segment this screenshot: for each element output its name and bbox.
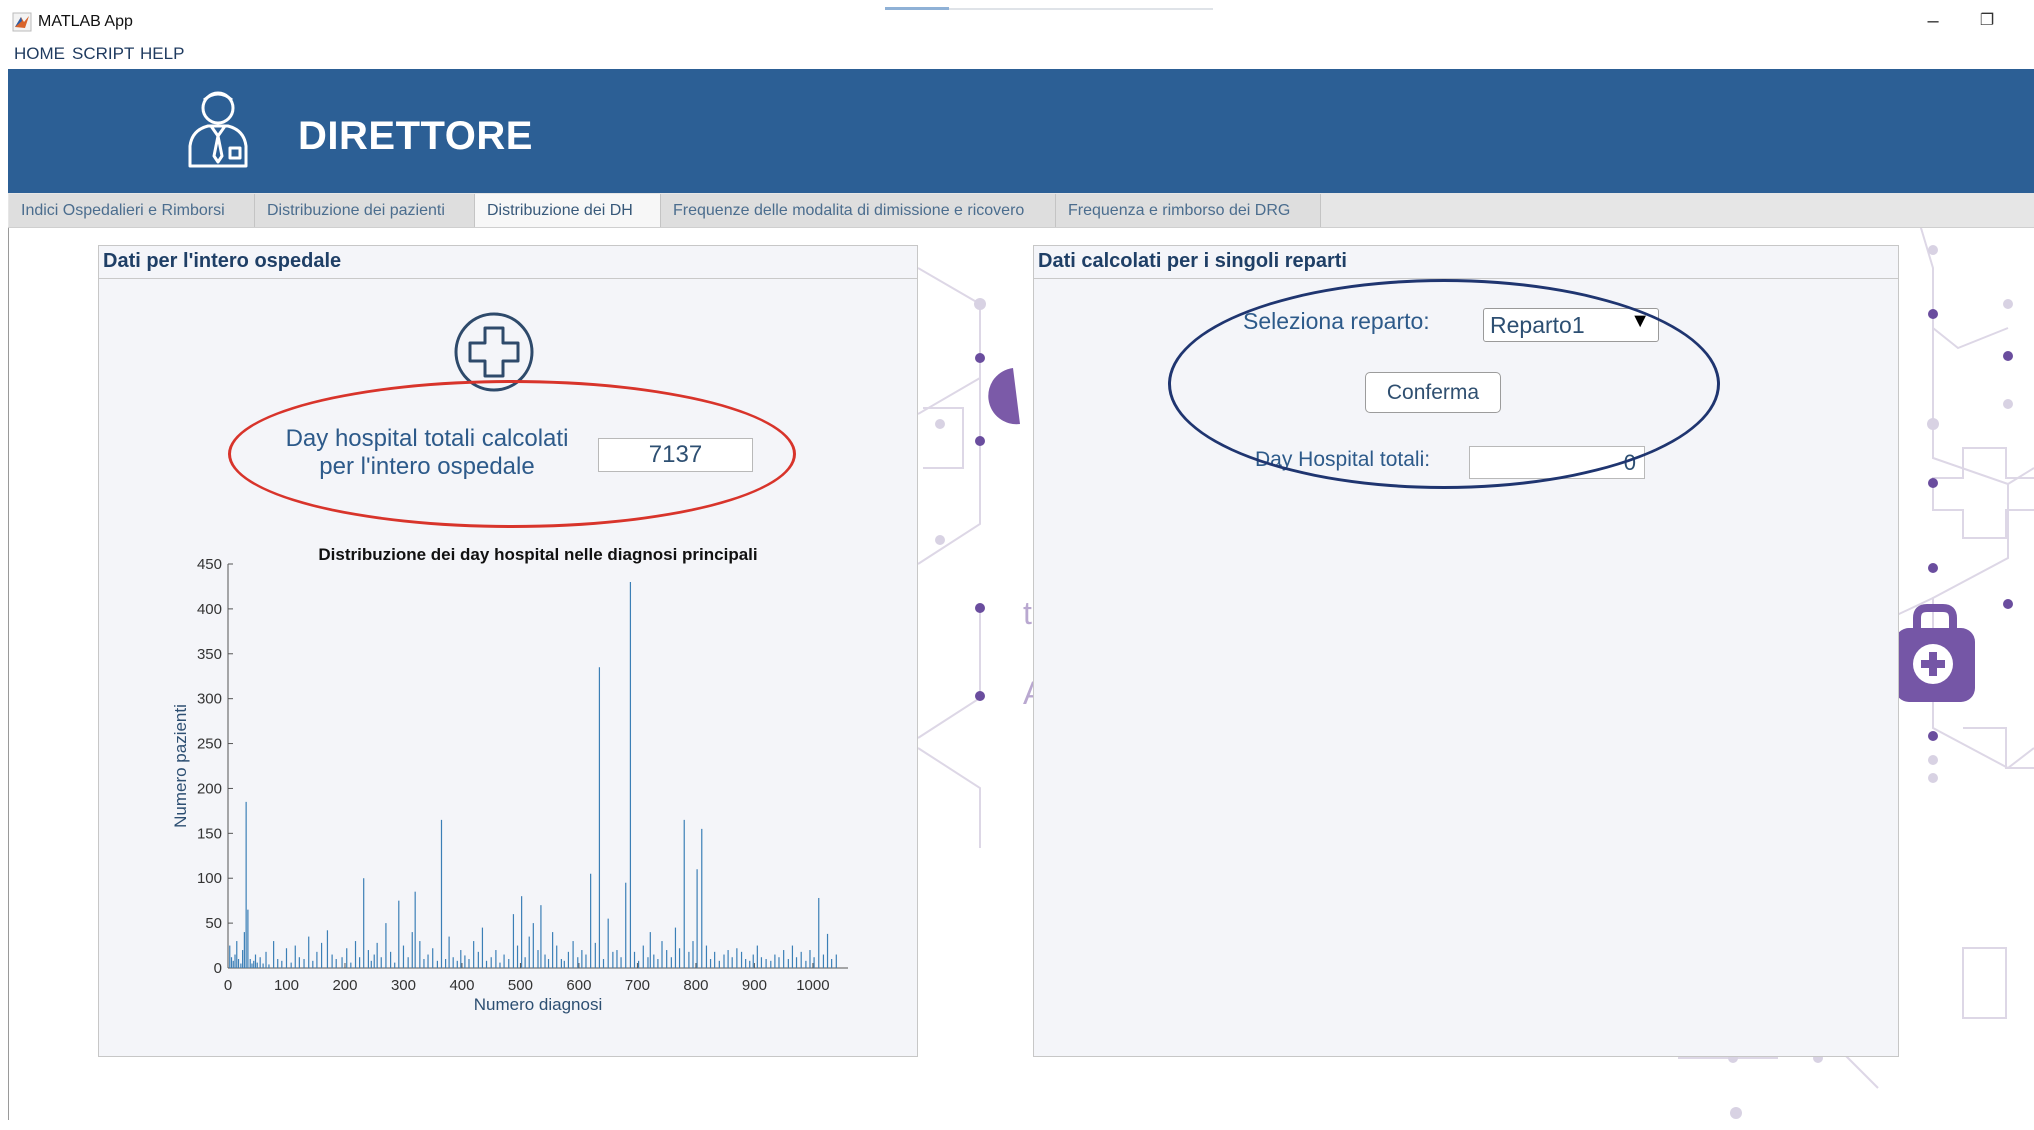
x-tick-label: 700: [625, 977, 650, 994]
tab-indici-ospedalieri[interactable]: Indici Ospedalieri e Rimborsi: [9, 194, 255, 227]
x-tick-label: 200: [332, 977, 357, 994]
y-tick-label: 0: [214, 960, 222, 977]
matlab-icon: [12, 12, 32, 32]
tab-frequenze-modalita[interactable]: Frequenze delle modalita di dimissione e…: [661, 194, 1056, 227]
window-left-border: [8, 228, 9, 1120]
x-tick-label: 900: [742, 977, 767, 994]
window-title: MATLAB App: [38, 13, 133, 30]
restore-button[interactable]: ❐: [1970, 6, 2004, 38]
y-tick-label: 350: [197, 646, 222, 663]
y-tick-label: 400: [197, 601, 222, 618]
x-tick-label: 500: [508, 977, 533, 994]
x-axis-label: Numero diagnosi: [474, 995, 603, 1014]
department-panel-title: Dati calcolati per i singoli reparti: [1038, 250, 1347, 272]
y-tick-label: 150: [197, 825, 222, 842]
x-tick-label: 300: [391, 977, 416, 994]
tab-distribuzione-pazienti[interactable]: Distribuzione dei pazienti: [255, 194, 475, 227]
page-title: DIRETTORE: [298, 114, 533, 158]
menu-help[interactable]: HELP: [140, 44, 184, 64]
svg-text:t: t: [1023, 595, 1032, 631]
tab-distribuzione-dh[interactable]: Distribuzione dei DH: [475, 194, 661, 227]
x-tick-label: 100: [274, 977, 299, 994]
dh-distribution-chart: Distribuzione dei day hospital nelle dia…: [171, 545, 848, 1014]
highlight-ellipse-red: [228, 380, 796, 528]
y-tick-label: 450: [197, 556, 222, 573]
medical-bag-icon: [1895, 604, 1975, 702]
hospital-panel-title: Dati per l'intero ospedale: [103, 250, 342, 272]
highlight-ellipse-blue: [1168, 279, 1720, 489]
menu-home[interactable]: HOME: [14, 44, 65, 64]
hospital-panel-divider: [99, 278, 917, 279]
y-tick-label: 300: [197, 691, 222, 708]
y-axis-label: Numero pazienti: [171, 704, 190, 828]
x-tick-label: 400: [449, 977, 474, 994]
title-progress-fill: [885, 7, 949, 10]
title-bar: [0, 0, 2034, 44]
manager-person-icon: [184, 86, 252, 170]
x-tick-label: 800: [683, 977, 708, 994]
menu-script[interactable]: SCRIPT: [72, 44, 134, 64]
y-tick-label: 250: [197, 736, 222, 753]
x-tick-label: 0: [224, 977, 232, 994]
tab-frequenza-drg[interactable]: Frequenza e rimborso dei DRG: [1056, 194, 1321, 227]
y-tick-label: 100: [197, 870, 222, 887]
x-tick-label: 600: [566, 977, 591, 994]
y-tick-label: 50: [205, 915, 222, 932]
x-tick-label: 1000: [796, 977, 829, 994]
y-tick-label: 200: [197, 780, 222, 797]
menu-bar: [0, 40, 2034, 68]
minimize-button[interactable]: –: [1916, 6, 1950, 38]
chart-title: Distribuzione dei day hospital nelle dia…: [318, 545, 757, 564]
